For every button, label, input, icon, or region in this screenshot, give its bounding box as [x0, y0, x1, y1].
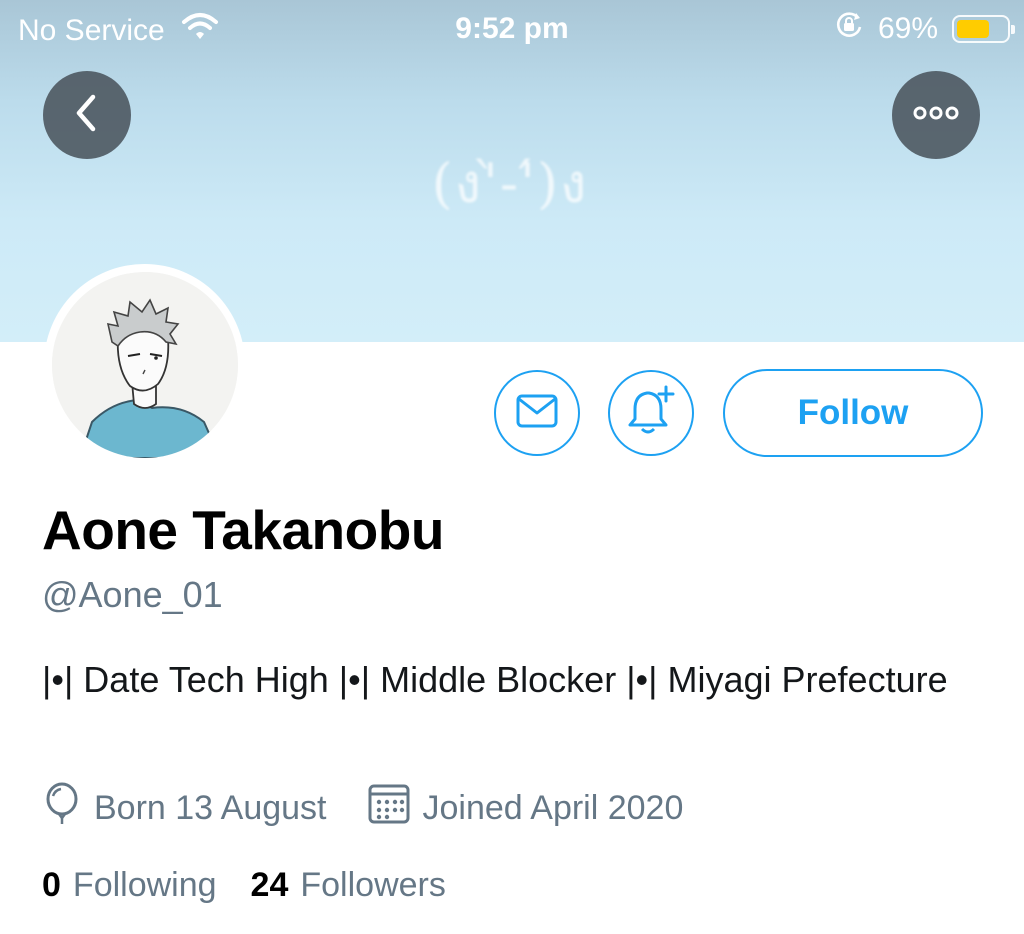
calendar-icon	[367, 783, 411, 834]
message-button[interactable]	[494, 370, 580, 456]
followers-label: Followers	[300, 866, 446, 904]
avatar-image	[51, 271, 238, 458]
more-horizontal-icon	[912, 105, 960, 126]
back-button[interactable]	[43, 71, 131, 159]
birthday-item: Born 13 August	[42, 782, 327, 835]
profile-meta: Born 13 August Joined April 2020	[42, 782, 683, 835]
birthday-text: Born 13 August	[94, 789, 327, 827]
chevron-left-icon	[69, 93, 105, 138]
balloon-icon	[42, 782, 82, 835]
followers-count: 24	[250, 866, 289, 904]
battery-percent: 69%	[877, 12, 938, 45]
avatar[interactable]	[44, 264, 245, 465]
battery-level	[957, 20, 990, 38]
profile-handle: @Aone_01	[42, 574, 223, 615]
bell-plus-icon	[626, 385, 676, 442]
status-right: 69%	[834, 10, 1015, 48]
banner-watermark-text: (ง'̀-'́)ง	[431, 152, 589, 215]
profile-bio: |•| Date Tech High |•| Middle Blocker |•…	[42, 659, 948, 700]
more-options-button[interactable]	[892, 71, 980, 159]
rotation-lock-icon	[834, 10, 864, 48]
profile-name: Aone Takanobu	[42, 499, 444, 561]
envelope-icon	[515, 393, 559, 434]
follow-button[interactable]: Follow	[723, 369, 983, 457]
joined-item: Joined April 2020	[367, 783, 684, 834]
followers-link[interactable]: 24 Followers	[251, 866, 446, 905]
notifications-button[interactable]	[608, 370, 694, 456]
battery-tip	[1011, 25, 1015, 34]
battery-icon	[952, 15, 1015, 43]
joined-text: Joined April 2020	[422, 789, 684, 827]
following-link[interactable]: 0 Following	[42, 866, 217, 905]
status-bar: No Service 9:52 pm 69%	[0, 0, 1024, 58]
following-count: 0	[42, 866, 61, 904]
following-label: Following	[72, 866, 217, 904]
follow-stats: 0 Following 24 Followers	[42, 866, 446, 905]
